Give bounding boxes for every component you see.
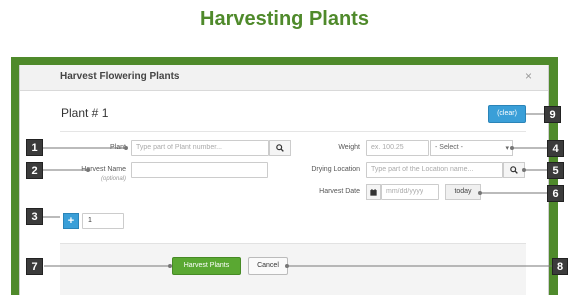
plant-search-button[interactable]	[269, 140, 291, 156]
callout-badge-1: 1	[26, 139, 43, 156]
dialog-footer	[60, 243, 526, 295]
harvest-date-label: Harvest Date	[319, 188, 360, 195]
dialog-title: Harvest Flowering Plants	[60, 71, 180, 82]
harvest-name-label: Harvest Name	[81, 166, 126, 173]
add-plant-button[interactable]: +	[63, 213, 79, 229]
weight-unit-selected: - Select -	[435, 144, 464, 151]
callout-badge-4: 4	[547, 140, 564, 157]
callout-badge-7: 7	[26, 258, 43, 275]
chevron-down-icon: ▾	[505, 145, 509, 152]
dialog-header: Harvest Flowering Plants ×	[20, 65, 548, 91]
calendar-button[interactable]	[366, 184, 381, 200]
plant-input-placeholder: Type part of Plant number...	[136, 144, 222, 151]
harvest-dialog: Harvest Flowering Plants × Plant # 1 (cl…	[19, 65, 549, 295]
quantity-input[interactable]: 1	[82, 213, 124, 229]
calendar-icon	[370, 188, 377, 196]
cancel-button[interactable]: Cancel	[248, 257, 288, 275]
harvest-date-placeholder: mm/dd/yyyy	[386, 188, 424, 195]
callout-badge-3: 3	[26, 208, 43, 225]
weight-label: Weight	[338, 144, 360, 151]
quantity-value: 1	[88, 217, 92, 224]
harvest-date-input[interactable]: mm/dd/yyyy	[381, 184, 439, 200]
harvest-plants-button[interactable]: Harvest Plants	[172, 257, 241, 275]
harvest-name-sublabel: (optional)	[100, 176, 126, 182]
today-button[interactable]: today	[445, 184, 481, 200]
callout-badge-8: 8	[552, 258, 568, 275]
page: Harvesting Plants Harvest Flowering Plan…	[0, 0, 569, 295]
plant-input[interactable]: Type part of Plant number...	[131, 140, 269, 156]
callout-badge-9: 9	[544, 106, 561, 123]
drying-location-search-button[interactable]	[503, 162, 525, 178]
callout-badge-5: 5	[547, 162, 564, 179]
divider	[60, 131, 526, 132]
clear-button[interactable]: (clear)	[488, 105, 526, 123]
drying-location-label: Drying Location	[311, 166, 360, 173]
plant-heading: Plant # 1	[61, 106, 109, 120]
page-title: Harvesting Plants	[200, 8, 369, 30]
weight-input[interactable]: ex. 100.25	[366, 140, 429, 156]
drying-location-placeholder: Type part of the Location name...	[371, 166, 474, 173]
callout-badge-2: 2	[26, 162, 43, 179]
close-icon[interactable]: ×	[525, 69, 532, 83]
weight-unit-select[interactable]: - Select - ▾	[430, 140, 513, 156]
drying-location-input[interactable]: Type part of the Location name...	[366, 162, 503, 178]
search-icon	[510, 166, 518, 174]
plant-label: Plant	[110, 144, 126, 151]
harvest-name-input[interactable]	[131, 162, 268, 178]
weight-input-placeholder: ex. 100.25	[371, 144, 404, 151]
search-icon	[276, 144, 284, 152]
callout-badge-6: 6	[547, 185, 564, 202]
